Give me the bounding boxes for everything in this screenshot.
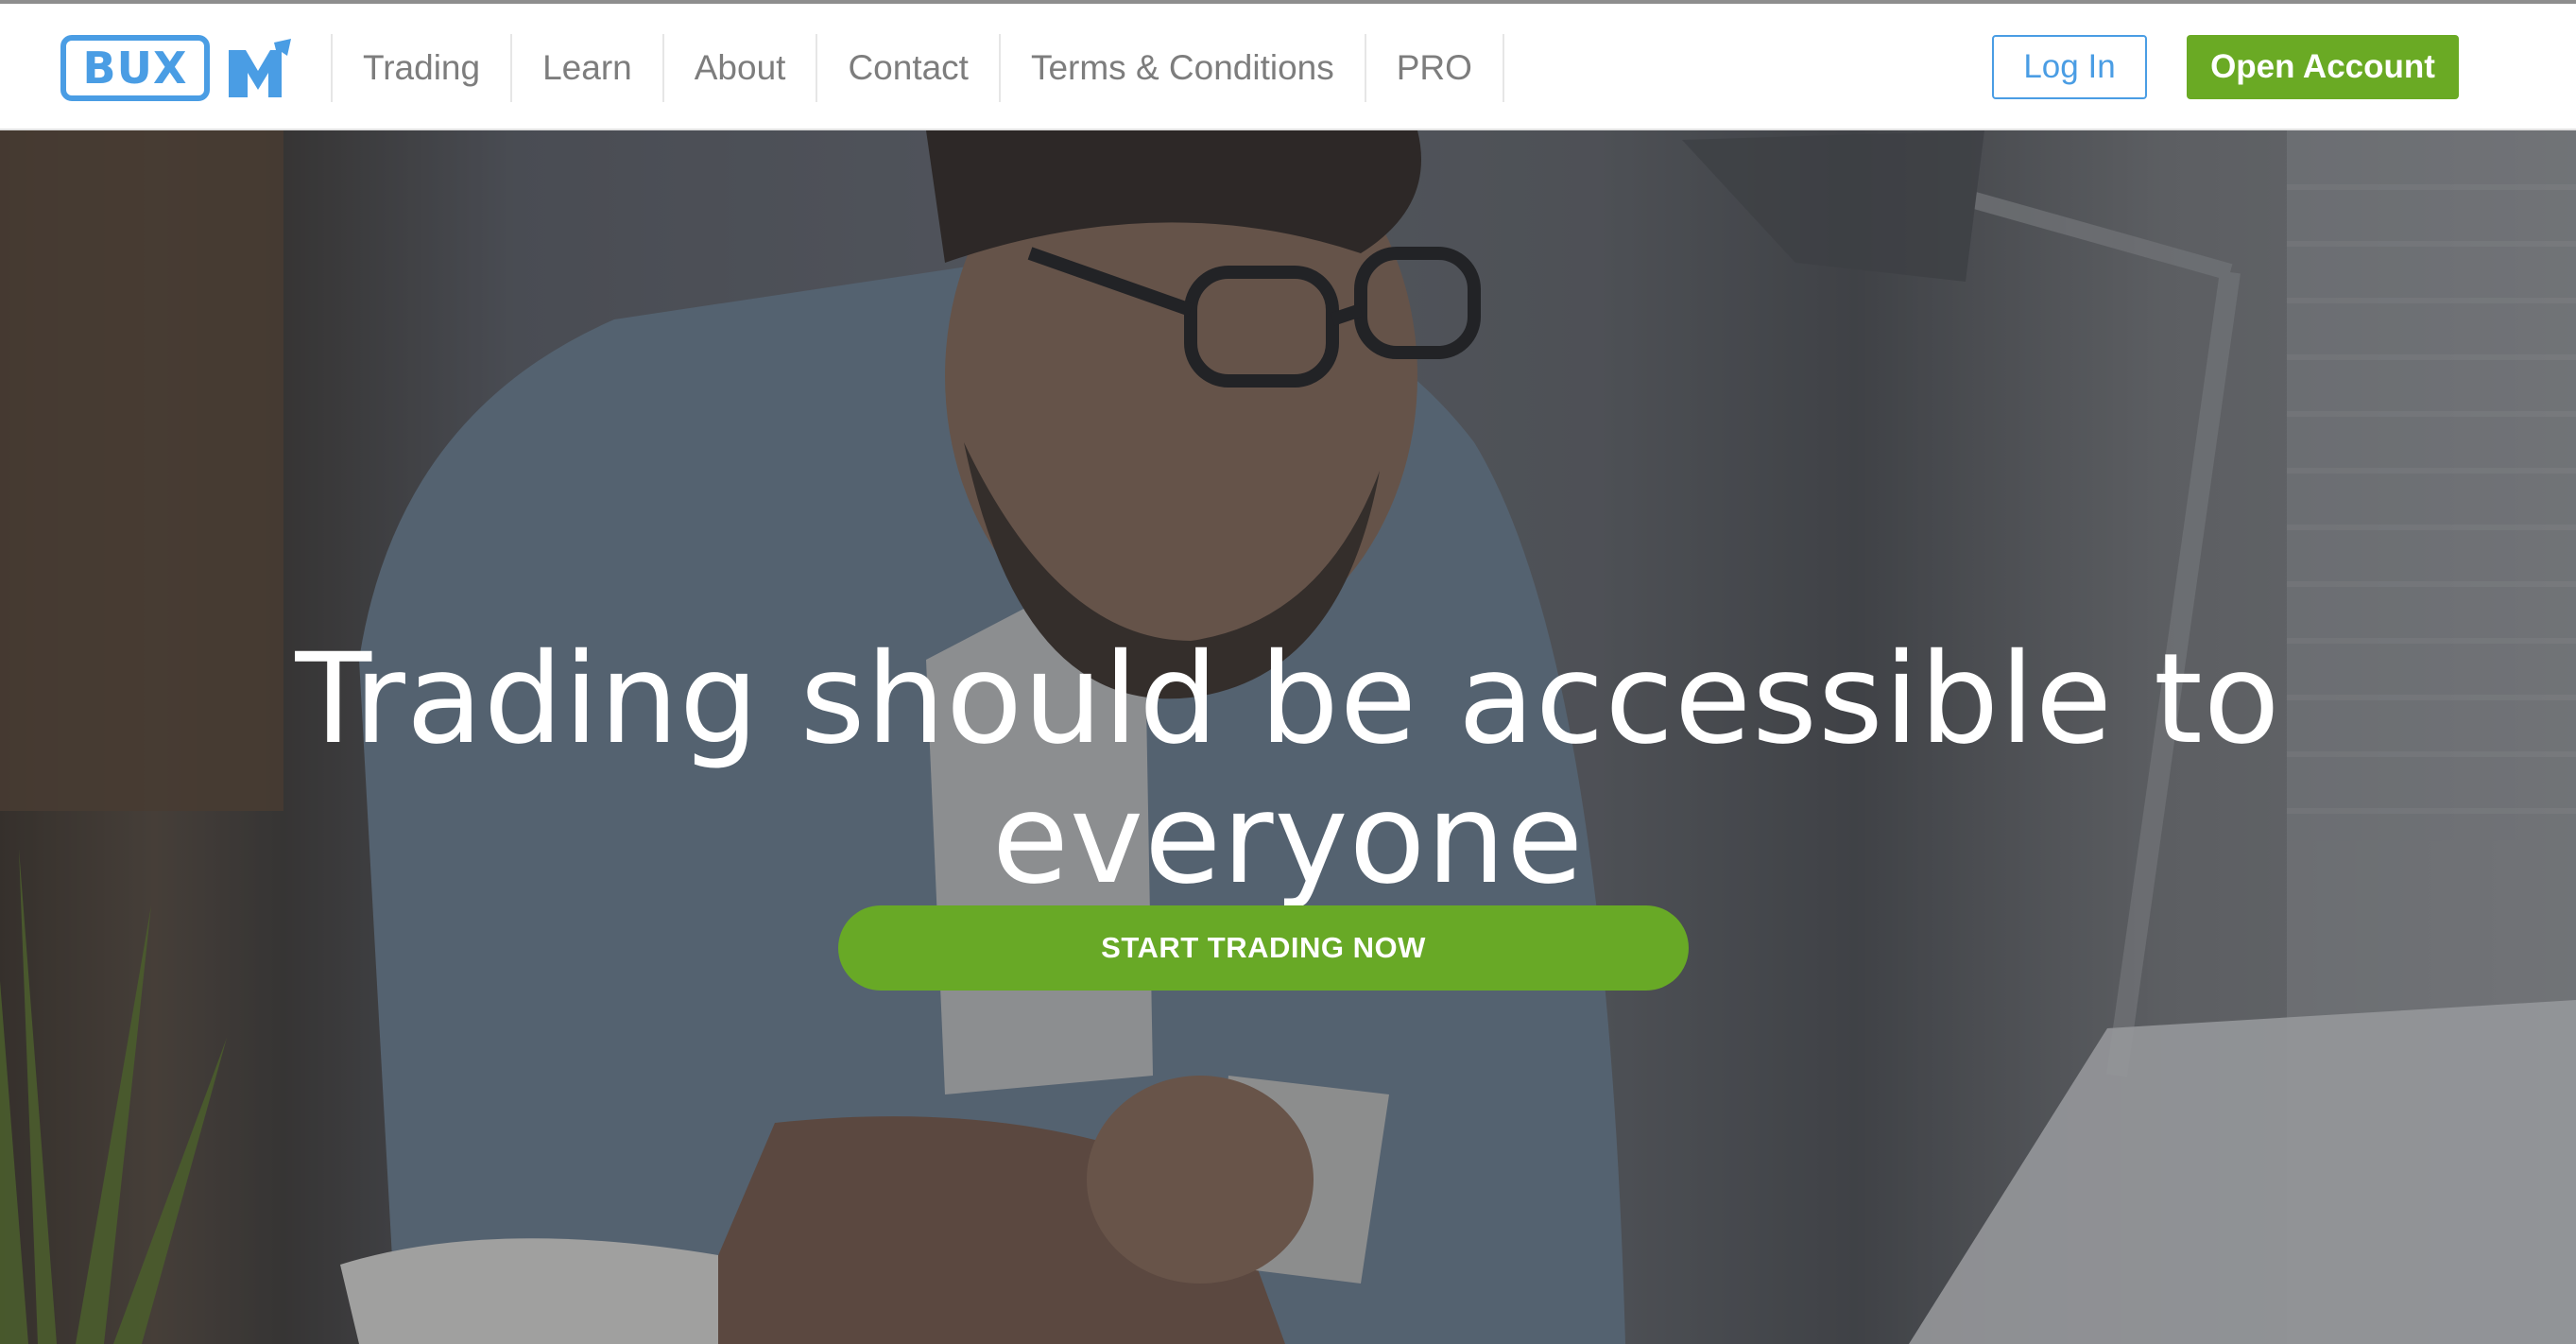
main-nav: Trading Learn About Contact Terms & Cond… — [331, 34, 1504, 102]
bux-logo-wordmark: BUX — [60, 35, 210, 101]
hero-section: Trading should be accessible to everyone… — [0, 130, 2576, 1344]
open-account-button[interactable]: Open Account — [2187, 35, 2459, 99]
nav-link-terms-conditions[interactable]: Terms & Conditions — [1001, 34, 1366, 102]
hero-headline-line-1: Trading should be accessible to — [295, 627, 2281, 773]
nav-link-about[interactable]: About — [664, 34, 818, 102]
nav-link-trading[interactable]: Trading — [333, 34, 513, 102]
nav-link-learn[interactable]: Learn — [512, 34, 664, 102]
hero-headline-line-2: everyone — [991, 767, 1585, 913]
hero-headline: Trading should be accessible to everyone — [0, 629, 2576, 909]
login-button[interactable]: Log In — [1992, 35, 2147, 99]
bux-m-logo-icon — [229, 39, 291, 97]
nav-link-contact[interactable]: Contact — [817, 34, 1001, 102]
start-trading-button[interactable]: START TRADING NOW — [838, 905, 1689, 991]
navigation-bar: BUX Trading Learn About Contact Terms & … — [0, 4, 2576, 130]
bux-logo[interactable]: BUX — [60, 32, 297, 104]
nav-link-pro[interactable]: PRO — [1366, 34, 1504, 102]
